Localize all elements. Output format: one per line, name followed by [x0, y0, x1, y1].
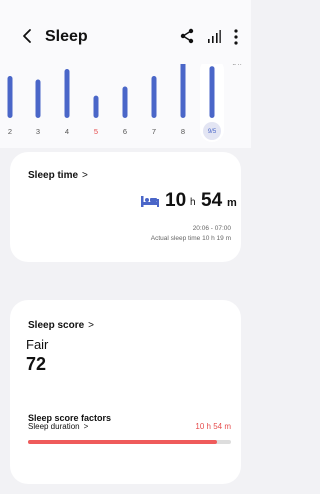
actual-sleep-time: Actual sleep time 10 h 19 m — [150, 235, 231, 242]
tick-label-5: 5 — [94, 127, 98, 136]
factor-value: 10 h 54 m — [195, 422, 231, 431]
tick-label-9/5: 9/5 — [208, 129, 217, 135]
bar-5 — [93, 95, 99, 118]
bar-7 — [151, 76, 157, 118]
chevron-right-icon: > — [82, 170, 88, 181]
tick-label-3: 3 — [36, 127, 40, 136]
factor-label-text: Sleep duration — [28, 422, 80, 431]
sleep-chart-svg: 2 3 4 5 6 7 8 9/5 8 h — [7, 64, 242, 142]
sleep-time-title[interactable]: Sleep time > — [28, 170, 88, 181]
factor-progress-track — [28, 440, 231, 444]
chevron-right-icon: > — [88, 320, 94, 331]
stats-icon[interactable] — [207, 30, 221, 44]
factor-sleep-duration[interactable]: Sleep duration > — [28, 422, 88, 431]
sleep-hours: 10 — [165, 190, 187, 211]
sleep-hours-unit: h — [190, 197, 196, 208]
bar-2 — [7, 76, 13, 118]
sleep-minutes: 54 — [201, 190, 223, 211]
sleep-range: 20:06 - 07:00 — [192, 225, 231, 232]
score-value: 72 — [26, 354, 47, 374]
back-icon[interactable] — [20, 28, 34, 44]
sleep-score-title-text: Sleep score — [28, 320, 85, 331]
sleep-minutes-unit: m — [227, 197, 237, 209]
sleep-score-title[interactable]: Sleep score > — [28, 320, 94, 331]
bar-3 — [35, 79, 41, 118]
tick-label-7: 7 — [152, 127, 156, 136]
page-title: Sleep — [45, 28, 88, 45]
tick-label-4: 4 — [65, 127, 69, 136]
tick-label-2: 2 — [8, 127, 12, 136]
bar-8 — [180, 64, 186, 118]
bar-4 — [64, 69, 70, 118]
sleep-time-card[interactable]: Sleep time > 10 h 54 m 20:06 - 07:00 Actu… — [10, 152, 241, 262]
sleep-chart[interactable]: 2 3 4 5 6 7 8 9/5 8 h — [0, 64, 251, 148]
tick-label-6: 6 — [123, 127, 127, 136]
y-tick-label: 8 h — [232, 64, 241, 67]
score-rating: Fair — [26, 337, 49, 352]
app-header: Sleep — [0, 0, 251, 64]
bar-6 — [122, 86, 128, 118]
sleep-score-card[interactable]: Sleep score > Fair 72 Sleep score factors… — [10, 300, 241, 484]
share-icon[interactable] — [180, 28, 194, 44]
more-icon[interactable] — [232, 28, 240, 46]
sleep-time-title-text: Sleep time — [28, 170, 79, 181]
sleep-icon — [141, 196, 159, 207]
factor-progress-fill — [28, 440, 217, 444]
bar-9/5 — [209, 66, 215, 118]
tick-label-8: 8 — [181, 127, 185, 136]
chevron-right-icon: > — [83, 422, 89, 431]
